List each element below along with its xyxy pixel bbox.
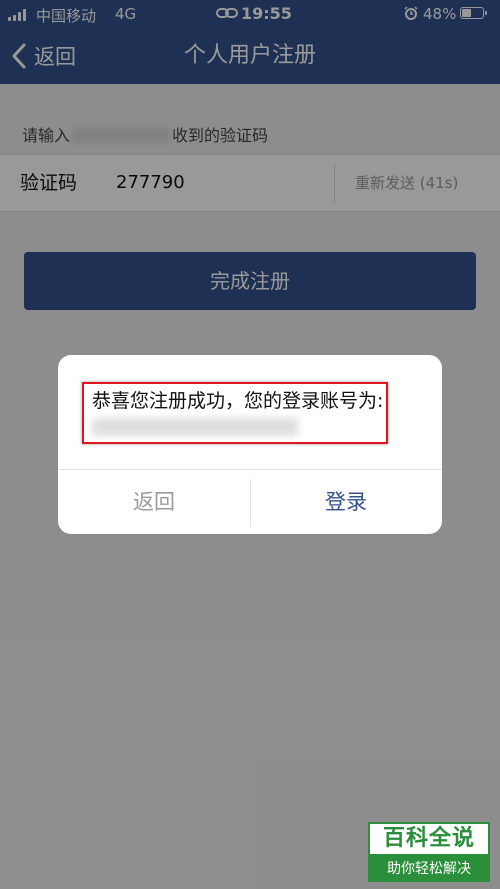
dialog-login-button[interactable]: 登录	[250, 470, 442, 534]
masked-account-number	[92, 418, 298, 436]
watermark-logo: 百科全说 助你轻松解决	[368, 822, 490, 884]
dialog-message-text: 恭喜您注册成功，您的登录账号为:	[92, 390, 384, 412]
watermark-subtitle: 助你轻松解决	[368, 856, 490, 882]
success-dialog: 恭喜您注册成功，您的登录账号为: 返回 登录	[58, 355, 442, 534]
dialog-back-button[interactable]: 返回	[58, 470, 250, 534]
dialog-message: 恭喜您注册成功，您的登录账号为:	[92, 388, 392, 440]
watermark-title: 百科全说	[382, 826, 475, 851]
